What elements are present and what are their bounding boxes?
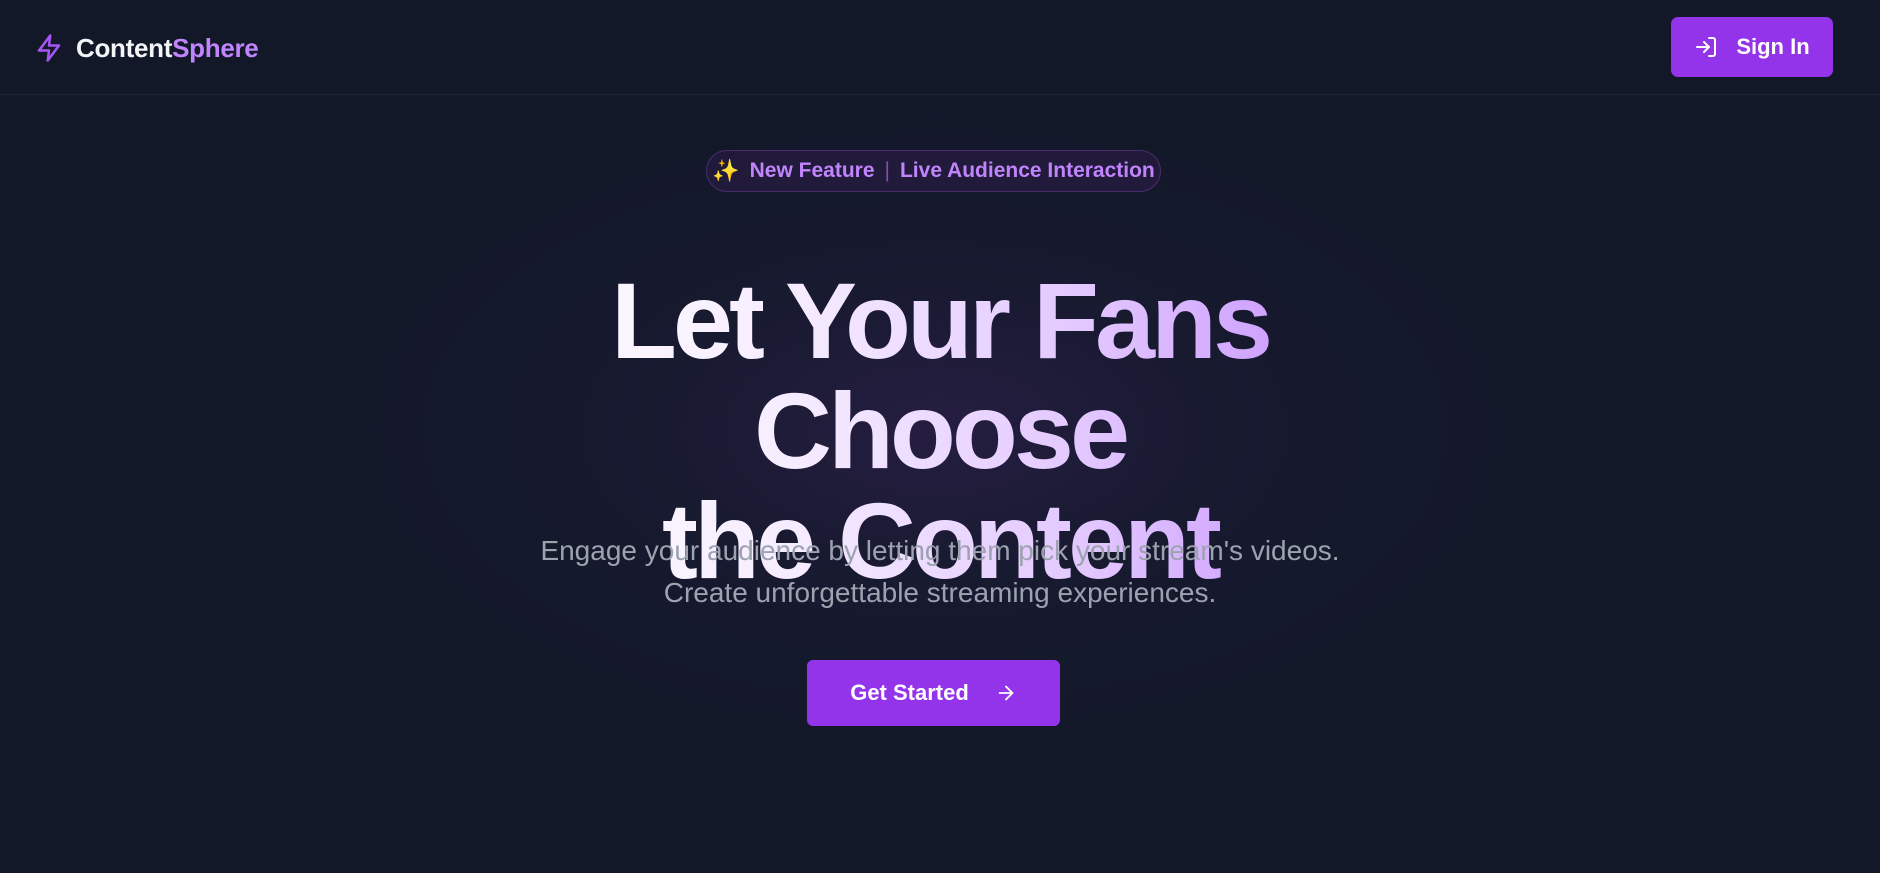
log-in-icon [1696,37,1717,57]
brand-logo[interactable]: ContentSphere [34,30,259,66]
feature-badge: ✨ New Feature | Live Audience Interactio… [706,150,1161,192]
arrow-right-icon [998,685,1014,701]
lightning-bolt-icon [37,34,61,62]
sign-in-label: Sign In [1736,34,1810,59]
brand-name-first: Content [76,32,173,63]
hero-subtitle: Engage your audience by letting them pic… [0,530,1880,614]
hero-subtitle-line2: Create unforgettable streaming experienc… [663,577,1217,608]
badge-label: New Feature [749,159,875,182]
sparkles-icon: ✨ [712,158,740,183]
top-navbar: ContentSphere Sign In [0,0,1880,95]
get-started-label: Get Started [850,680,969,705]
hero-subtitle-line1: Engage your audience by letting them pic… [540,535,1340,566]
get-started-button[interactable]: Get Started [807,660,1060,726]
brand-name-second: Sphere [172,32,259,63]
hero-headline-line1: Let Your Fans Choose [455,266,1425,486]
badge-divider: | [884,159,890,182]
sign-in-button[interactable]: Sign In [1671,17,1833,77]
brand-name: ContentSphere [76,32,259,64]
badge-text: Live Audience Interaction [899,159,1155,182]
landing-page: ContentSphere Sign In ✨ New Feature | Li… [0,0,1880,873]
